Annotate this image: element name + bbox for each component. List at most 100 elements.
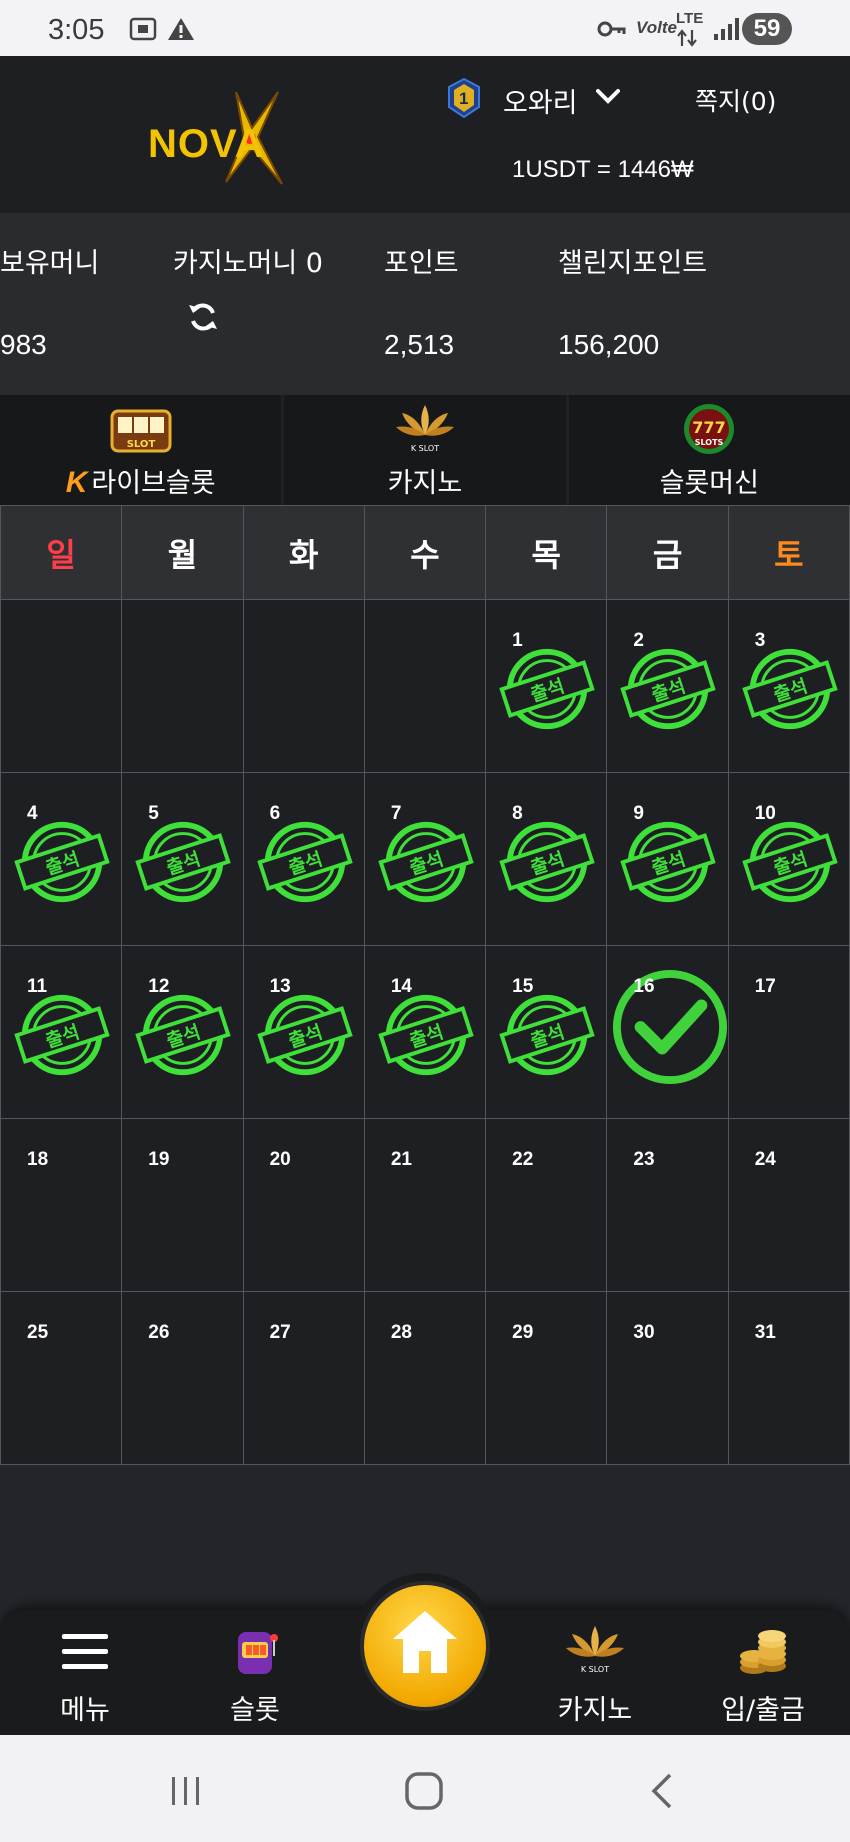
tab-label: 라이브슬롯 [91,468,216,499]
weekday-wed: 수 [363,505,487,600]
calendar-day-cell[interactable]: 출석 14 [363,945,487,1119]
attendance-stamp-icon: 출석 [378,821,474,903]
calendar-day-cell[interactable]: 출석 8 [485,772,608,946]
calendar-day-cell[interactable]: 출석 2 [606,599,729,773]
day-number: 10 [754,803,776,824]
weekday-tue: 화 [242,505,365,600]
level-number: 1 [459,89,469,108]
day-number: 22 [512,1149,534,1170]
calendar-day-cell[interactable]: 18 [0,1118,123,1292]
day-number: 21 [390,1149,412,1170]
day-number: 12 [148,976,170,997]
casino-money-label: 카지노머니 0 [173,248,323,279]
calendar-day-cell[interactable]: 22 [485,1118,608,1292]
day-number: 27 [269,1322,291,1343]
calendar-day-cell[interactable]: 20 [242,1118,365,1292]
calendar-day-cell[interactable]: 출석 11 [0,945,123,1119]
attendance-stamp-icon: 출석 [14,821,110,903]
point-label: 포인트 [384,248,459,279]
home-system-icon[interactable] [404,1771,444,1811]
calendar-day-cell[interactable]: 출석 1 [485,599,608,773]
calendar-week-row: 출석 4 출석 5 출석 6 출석 7 출석 8 출석 9 출석 10 [0,772,850,946]
calendar-day-cell[interactable]: 29 [485,1291,608,1465]
calendar-day-cell[interactable]: 출석 6 [242,772,365,946]
back-icon[interactable] [644,1771,684,1811]
calendar-day-cell[interactable]: 26 [121,1291,244,1465]
cash-label: 보유머니 [0,248,100,279]
chevron-down-icon[interactable] [595,86,621,106]
day-number: 5 [148,803,159,824]
day-number: 1 [512,630,523,651]
day-number: 8 [512,803,523,824]
calendar-day-cell[interactable]: 출석 15 [485,945,608,1119]
memo-button[interactable]: 쪽지(0) [695,82,776,118]
day-number: 30 [633,1322,655,1343]
calendar-day-cell[interactable]: 출석 12 [121,945,244,1119]
calendar-day-cell[interactable]: 19 [121,1118,244,1292]
day-number: 14 [390,976,412,997]
day-number: 26 [148,1322,170,1343]
svg-text:SLOT: SLOT [126,439,155,450]
home-button[interactable] [360,1581,490,1711]
calendar-day-cell[interactable]: 27 [242,1291,365,1465]
nav-menu[interactable]: 메뉴 [10,1610,160,1735]
nav-slot[interactable]: 슬롯 [180,1610,330,1735]
day-number: 7 [390,803,402,824]
nova-logo[interactable]: NOVA [140,88,320,186]
calendar-day-cell[interactable]: 28 [363,1291,487,1465]
calendar-day-cell[interactable]: 출석 5 [121,772,244,946]
attendance-stamp-icon: 출석 [620,648,717,730]
recent-apps-icon[interactable] [166,1771,206,1811]
attendance-stamp-icon: 출석 [741,821,838,903]
attendance-stamp-icon: 출석 [135,821,232,903]
balance-panel: 보유머니 983 카지노머니 0 포인트 2,513 챌린지포인트 156,20… [0,213,850,395]
day-number: 18 [27,1149,49,1170]
weekday-sun: 일 [0,505,123,600]
calendar-day-cell[interactable]: 출석 9 [606,772,729,946]
attendance-stamp-icon: 출석 [378,994,474,1076]
game-tabs: SLOT K 라이브슬롯 K SLOT 카지노 777 SLOTS 슬롯머신 [0,395,850,505]
tab-casino[interactable]: K SLOT 카지노 [284,395,566,505]
check-circle-icon [613,969,728,1085]
calendar-day-cell[interactable]: 30 [606,1291,729,1465]
nav-deposit-withdraw[interactable]: 입/출금 [688,1610,838,1735]
calendar-day-cell[interactable]: 16 [606,945,729,1119]
screenshot-icon [129,17,157,41]
challenge-point-value: 156,200 [558,329,660,360]
calendar-day-cell [121,599,244,773]
warning-icon [168,18,194,40]
point-value: 2,513 [384,329,455,360]
calendar-day-cell[interactable]: 출석 10 [727,772,850,946]
day-number: 28 [390,1322,412,1343]
calendar-day-cell[interactable]: 17 [727,945,850,1119]
nav-casino[interactable]: K SLOT 카지노 [520,1610,670,1735]
tab-slot-machine[interactable]: 777 SLOTS 슬롯머신 [568,395,850,505]
data-arrows-icon [677,29,697,47]
calendar-week-row: 출석 11 출석 12 출석 13 출석 14 출석 15 16 17 [0,945,850,1119]
vpn-key-icon [597,21,626,37]
calendar-day-cell[interactable]: 21 [363,1118,487,1292]
live-slot-icon: SLOT [110,409,172,453]
day-number: 31 [754,1322,776,1343]
svg-text:SLOTS: SLOTS [695,438,724,447]
calendar-week-row: 출석 1 출석 2 출석 3 [0,599,850,773]
calendar-day-cell[interactable]: 31 [727,1291,850,1465]
user-name-dropdown[interactable]: 오와리 [503,81,578,120]
status-bar: 3:05 Volte LTE 59 [0,0,850,56]
tab-live-slot[interactable]: SLOT K 라이브슬롯 [0,395,282,505]
calendar-day-cell[interactable]: 출석 4 [0,772,123,946]
day-number: 17 [754,976,776,997]
svg-text:K SLOT: K SLOT [581,1665,609,1674]
calendar-day-cell[interactable]: 23 [606,1118,729,1292]
777-slots-icon: 777 SLOTS [684,404,735,454]
day-number: 15 [512,976,534,997]
calendar-day-cell[interactable]: 25 [0,1291,123,1465]
exchange-rate: 1USDT = 1446₩ [512,156,694,183]
cash-value: 983 [0,329,47,360]
refresh-icon[interactable] [185,299,221,335]
calendar-day-cell[interactable]: 출석 3 [727,599,850,773]
calendar-day-cell[interactable]: 출석 13 [242,945,365,1119]
calendar-day-cell[interactable]: 출석 7 [363,772,487,946]
calendar-day-cell[interactable]: 24 [727,1118,850,1292]
system-navigation-bar [0,1735,850,1842]
